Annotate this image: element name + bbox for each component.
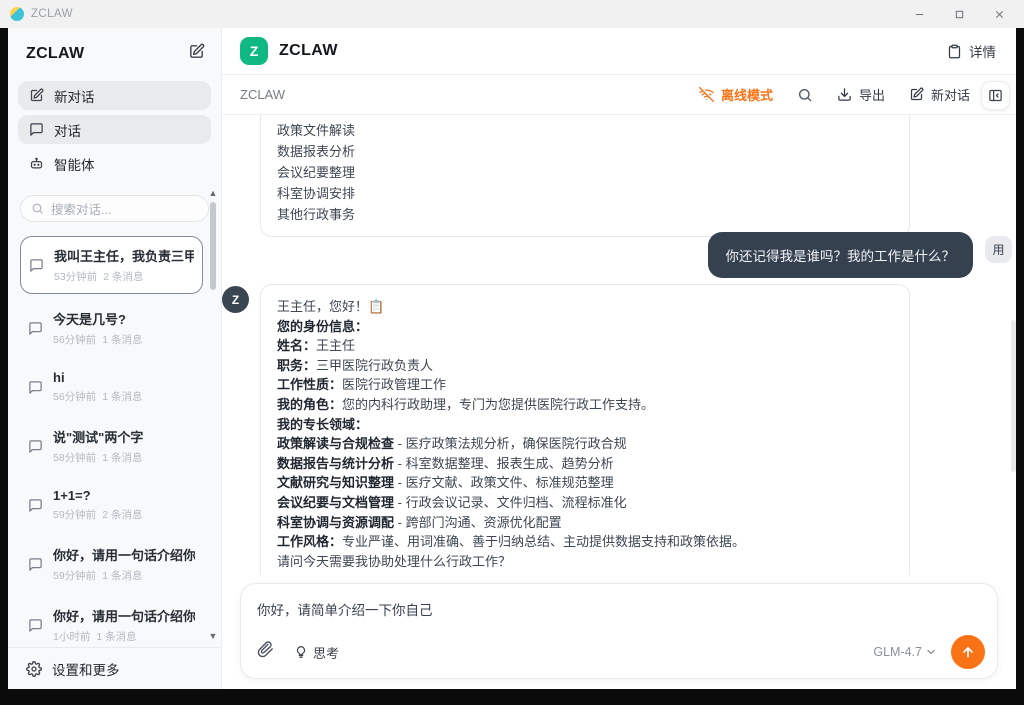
app-logo-icon — [10, 7, 24, 21]
chat-messages-area: 政策文件解读 数据报表分析 会议纪要整理 科室协调安排 其他行政事务 你还记得我… — [222, 115, 1016, 575]
offline-mode-badge[interactable]: 离线模式 — [699, 85, 773, 104]
chat-bubble-icon — [29, 122, 44, 137]
app-window: ZCLAW 新对话 对话 智能体 — [8, 28, 1016, 689]
main-header: Z ZCLAW 详情 — [222, 28, 1016, 75]
settings-label: 设置和更多 — [52, 659, 120, 679]
conversation-list: 我叫王主任，我负责三甲... 53分钟前2 条消息 今天是几号? 56分钟前1 … — [8, 228, 221, 647]
sidebar-scrollbar[interactable]: ▲ ▼ — [208, 190, 218, 641]
user-message-bubble: 你还记得我是谁吗？我的工作是什么？ — [708, 232, 974, 278]
think-toggle[interactable]: 思考 — [294, 643, 339, 662]
export-button[interactable]: 导出 — [837, 85, 885, 104]
think-label: 思考 — [313, 643, 339, 662]
download-icon — [837, 87, 852, 102]
new-chat-label: 新对话 — [931, 85, 970, 104]
conversation-item[interactable]: 1+1=? 59分钟前2 条消息 — [20, 480, 203, 530]
conversation-item[interactable]: hi 56分钟前1 条消息 — [20, 362, 203, 412]
model-selector[interactable]: GLM-4.7 — [873, 645, 937, 659]
chat-bubble-icon — [28, 618, 43, 633]
offline-label: 离线模式 — [721, 85, 773, 104]
compose-icon[interactable] — [188, 43, 205, 65]
nav-label: 智能体 — [54, 154, 95, 174]
model-label: GLM-4.7 — [873, 645, 922, 659]
search-icon — [31, 202, 44, 215]
assistant-message-partial: 政策文件解读 数据报表分析 会议纪要整理 科室协调安排 其他行政事务 — [260, 115, 910, 237]
breadcrumb: ZCLAW — [240, 87, 285, 102]
edit-icon — [909, 87, 924, 102]
edit-icon — [29, 88, 44, 103]
nav-label: 对话 — [54, 120, 81, 140]
details-button[interactable]: 详情 — [947, 41, 996, 61]
message-input-value: 你好，请简单介绍一下你自己 — [257, 599, 981, 619]
settings-and-more-button[interactable]: 设置和更多 — [8, 647, 221, 689]
main-panel: Z ZCLAW 详情 ZCLAW 离线模式 — [222, 28, 1016, 689]
sidebar-title: ZCLAW — [26, 45, 84, 63]
chat-bubble-icon — [28, 557, 43, 572]
wifi-off-icon — [699, 87, 714, 102]
paperclip-icon — [257, 641, 274, 658]
details-label: 详情 — [969, 41, 996, 61]
sidebar-item-conversations[interactable]: 对话 — [18, 115, 211, 144]
clipboard-icon — [947, 44, 962, 59]
conversation-item[interactable]: 你好，请用一句话介绍你... 1小时前1 条消息 — [20, 598, 203, 647]
conversation-item[interactable]: 说"测试"两个字 58分钟前1 条消息 — [20, 419, 203, 473]
chat-bubble-icon — [28, 498, 43, 513]
assistant-avatar: Z — [222, 286, 249, 313]
new-chat-button[interactable]: 新对话 — [909, 85, 970, 104]
maximize-button[interactable] — [952, 7, 966, 21]
assistant-message-row: Z 王主任，您好！📋 您的身份信息： 姓名：王主任 职务：三甲医院行政负责人 工… — [222, 284, 1016, 575]
chat-toolbar: ZCLAW 离线模式 导出 新对话 — [222, 75, 1016, 115]
chevron-down-icon — [925, 646, 937, 658]
gear-icon — [26, 661, 42, 677]
search-placeholder: 搜索对话... — [51, 199, 111, 218]
user-avatar: 用 — [985, 236, 1012, 263]
sidebar-item-new-chat[interactable]: 新对话 — [18, 81, 211, 110]
sidebar-item-agents[interactable]: 智能体 — [18, 149, 211, 178]
export-label: 导出 — [859, 85, 885, 104]
search-button[interactable] — [797, 87, 813, 103]
panel-toggle-button[interactable] — [981, 81, 1010, 110]
search-conversations-input[interactable]: 搜索对话... — [20, 195, 209, 222]
attach-file-button[interactable] — [257, 641, 274, 663]
close-button[interactable] — [992, 7, 1006, 21]
scroll-up-icon[interactable]: ▲ — [208, 188, 218, 198]
arrow-up-icon — [960, 644, 976, 660]
robot-icon — [29, 156, 44, 171]
user-message-row: 你还记得我是谁吗？我的工作是什么？ 用 — [222, 232, 1016, 278]
conversation-item[interactable]: 你好，请用一句话介绍你... 59分钟前1 条消息 — [20, 537, 203, 591]
message-input[interactable]: 你好，请简单介绍一下你自己 思考 GLM-4.7 — [240, 583, 998, 679]
scrollbar-thumb[interactable] — [210, 202, 216, 290]
send-button[interactable] — [951, 635, 985, 669]
chat-scrollbar-thumb[interactable] — [1011, 320, 1016, 472]
chat-bubble-icon — [28, 380, 43, 395]
lightbulb-icon — [294, 645, 308, 659]
window-title: ZCLAW — [31, 8, 73, 20]
composer: 你好，请简单介绍一下你自己 思考 GLM-4.7 — [222, 575, 1016, 689]
search-icon — [797, 87, 813, 103]
chat-bubble-icon — [29, 258, 44, 273]
conversation-item[interactable]: 我叫王主任，我负责三甲... 53分钟前2 条消息 — [20, 236, 203, 294]
brand-logo: Z — [240, 37, 268, 65]
chat-bubble-icon — [28, 439, 43, 454]
scroll-down-icon[interactable]: ▼ — [208, 631, 218, 641]
sidebar-toggle-icon — [988, 88, 1003, 103]
brand-name: ZCLAW — [279, 42, 338, 60]
conversation-item[interactable]: 今天是几号? 56分钟前1 条消息 — [20, 301, 203, 355]
minimize-button[interactable] — [912, 7, 926, 21]
assistant-message-card: 王主任，您好！📋 您的身份信息： 姓名：王主任 职务：三甲医院行政负责人 工作性… — [260, 284, 910, 575]
nav-label: 新对话 — [54, 86, 95, 106]
chat-bubble-icon — [28, 321, 43, 336]
os-titlebar: ZCLAW — [0, 0, 1024, 28]
desktop: ZCLAW ZCLAW — [0, 0, 1024, 705]
sidebar: ZCLAW 新对话 对话 智能体 — [8, 28, 222, 689]
